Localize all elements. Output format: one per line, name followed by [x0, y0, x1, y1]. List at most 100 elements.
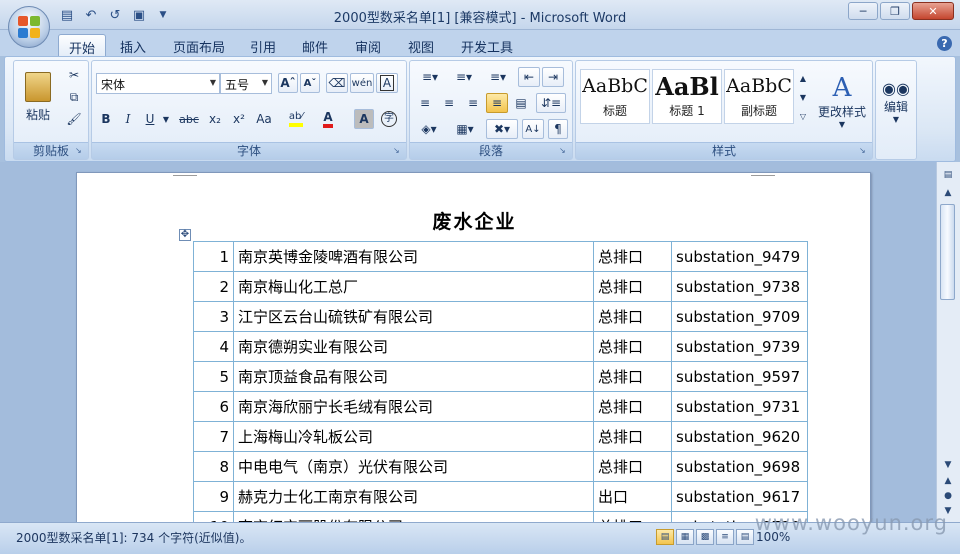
- row-number[interactable]: 6: [193, 391, 234, 422]
- outlet-type[interactable]: 总排口: [593, 361, 672, 392]
- dialog-launcher-icon[interactable]: ↘: [75, 146, 85, 156]
- styles-more[interactable]: ▽: [796, 107, 810, 125]
- superscript-button[interactable]: x²: [228, 109, 250, 129]
- format-painter-button[interactable]: 🖌: [64, 109, 84, 129]
- underline-button[interactable]: U: [140, 109, 160, 129]
- outlet-type[interactable]: 总排口: [593, 451, 672, 482]
- row-number[interactable]: 2: [193, 271, 234, 302]
- highlight-button[interactable]: ab⁄: [282, 109, 310, 129]
- copy-button[interactable]: ⧉: [64, 87, 84, 107]
- cut-button[interactable]: ✂: [64, 65, 84, 85]
- company-name[interactable]: 南京英博金陵啤酒有限公司: [233, 241, 594, 272]
- status-word-count[interactable]: 2000型数采名单[1]: 734 个字符(近似值)。: [16, 529, 251, 546]
- company-name[interactable]: 中电电气（南京）光伏有限公司: [233, 451, 594, 482]
- increase-indent-button[interactable]: ⇥: [542, 67, 564, 87]
- outlet-type[interactable]: 总排口: [593, 421, 672, 452]
- char-shading-button[interactable]: A: [354, 109, 374, 129]
- underline-dropdown[interactable]: ▼: [160, 109, 172, 129]
- row-number[interactable]: 5: [193, 361, 234, 392]
- office-button[interactable]: [8, 6, 50, 48]
- outlet-type[interactable]: 总排口: [593, 511, 672, 522]
- styles-scroll-down[interactable]: ▼: [796, 88, 810, 106]
- outlet-type[interactable]: 总排口: [593, 391, 672, 422]
- minimize-button[interactable]: ─: [848, 2, 878, 20]
- dialog-launcher-icon[interactable]: ↘: [559, 146, 569, 156]
- decrease-indent-button[interactable]: ⇤: [518, 67, 540, 87]
- station-id[interactable]: substation_9738: [671, 271, 808, 302]
- row-number[interactable]: 7: [193, 421, 234, 452]
- bullets-button[interactable]: ≡▾: [414, 67, 446, 87]
- web-layout-view-button[interactable]: ▩: [696, 529, 714, 545]
- row-number[interactable]: 9: [193, 481, 234, 512]
- print-layout-view-button[interactable]: ▤: [656, 529, 674, 545]
- outlet-type[interactable]: 总排口: [593, 271, 672, 302]
- outline-view-button[interactable]: ≡: [716, 529, 734, 545]
- company-name[interactable]: 南京红宝丽股份有限公司: [233, 511, 594, 522]
- station-id[interactable]: substation_9698: [671, 451, 808, 482]
- row-number[interactable]: 1: [193, 241, 234, 272]
- style-heading-1[interactable]: AaBl 标题 1: [652, 69, 722, 124]
- draft-view-button[interactable]: ▤: [736, 529, 754, 545]
- align-center-button[interactable]: ≡: [438, 93, 460, 113]
- outlet-type[interactable]: 总排口: [593, 241, 672, 272]
- outlet-type[interactable]: 总排口: [593, 301, 672, 332]
- station-id[interactable]: substation_9620: [671, 421, 808, 452]
- borders-button[interactable]: ▦▾: [450, 119, 480, 139]
- outlet-type[interactable]: 出口: [593, 481, 672, 512]
- align-right-button[interactable]: ≡: [462, 93, 484, 113]
- company-name[interactable]: 上海梅山冷轧板公司: [233, 421, 594, 452]
- station-id[interactable]: substation_9709: [671, 301, 808, 332]
- line-spacing-button[interactable]: ⇵≡: [536, 93, 566, 113]
- tab-view[interactable]: 视图: [398, 34, 444, 56]
- font-name-combo[interactable]: 宋体 ▼: [96, 73, 220, 94]
- styles-scroll-up[interactable]: ▲: [796, 69, 810, 87]
- station-id[interactable]: substation_9617: [671, 481, 808, 512]
- dialog-launcher-icon[interactable]: ↘: [393, 146, 403, 156]
- show-marks-button[interactable]: ¶: [548, 119, 568, 139]
- company-name[interactable]: 赫克力士化工南京有限公司: [233, 481, 594, 512]
- row-number[interactable]: 10: [193, 511, 234, 522]
- italic-button[interactable]: I: [118, 109, 138, 129]
- company-name[interactable]: 南京海欣丽宁长毛绒有限公司: [233, 391, 594, 422]
- tab-home[interactable]: 开始: [58, 34, 107, 57]
- dialog-launcher-icon[interactable]: ↘: [859, 146, 869, 156]
- station-id[interactable]: substation_9479: [671, 241, 808, 272]
- company-name[interactable]: 南京顶益食品有限公司: [233, 361, 594, 392]
- tab-mailings[interactable]: 邮件: [292, 34, 338, 56]
- scroll-up-button[interactable]: ▲: [940, 186, 956, 200]
- shading-button[interactable]: ◈▾: [414, 119, 444, 139]
- document-page[interactable]: 废水企业 ✥ 1 南京英博金陵啤酒有限公司 总排口 substation_9479 2 南…: [76, 172, 871, 522]
- row-number[interactable]: 4: [193, 331, 234, 362]
- row-number[interactable]: 3: [193, 301, 234, 332]
- previous-page-button[interactable]: ▲: [940, 474, 956, 488]
- scroll-thumb[interactable]: [940, 204, 955, 300]
- style-title[interactable]: AaBbC 标题: [580, 69, 650, 124]
- font-size-combo[interactable]: 五号 ▼: [220, 73, 272, 94]
- row-number[interactable]: 8: [193, 451, 234, 482]
- shrink-font-button[interactable]: Aˇ: [300, 73, 320, 93]
- align-left-button[interactable]: ≡: [414, 93, 436, 113]
- subscript-button[interactable]: x₂: [204, 109, 226, 129]
- help-icon[interactable]: ?: [937, 36, 952, 51]
- close-button[interactable]: ✕: [912, 2, 954, 20]
- outlet-type[interactable]: 总排口: [593, 331, 672, 362]
- tab-insert[interactable]: 插入: [110, 34, 156, 56]
- tab-developer[interactable]: 开发工具: [451, 34, 523, 56]
- company-name[interactable]: 南京梅山化工总厂: [233, 271, 594, 302]
- numbering-button[interactable]: ≡▾: [448, 67, 480, 87]
- multilevel-list-button[interactable]: ≡▾: [482, 67, 514, 87]
- company-name[interactable]: 江宁区云台山硫铁矿有限公司: [233, 301, 594, 332]
- change-styles-button[interactable]: A 更改样式 ▼: [814, 65, 870, 137]
- station-id[interactable]: substation_9731: [671, 391, 808, 422]
- vertical-scrollbar[interactable]: ▤ ▲ ▼ ▲ ● ▼: [936, 162, 960, 522]
- paste-button[interactable]: 粘贴: [18, 65, 58, 129]
- font-color-button[interactable]: A: [314, 109, 342, 129]
- station-id[interactable]: substation_9739: [671, 331, 808, 362]
- ruler-toggle-icon[interactable]: ▤: [940, 168, 956, 182]
- justify-button[interactable]: ≡: [486, 93, 508, 113]
- phonetic-guide-button[interactable]: wén: [350, 73, 374, 93]
- distributed-button[interactable]: ▤: [510, 93, 532, 113]
- editing-button[interactable]: ◉◉ 编辑 ▼: [878, 65, 914, 137]
- company-name[interactable]: 南京德朔实业有限公司: [233, 331, 594, 362]
- style-subtitle[interactable]: AaBbC 副标题: [724, 69, 794, 124]
